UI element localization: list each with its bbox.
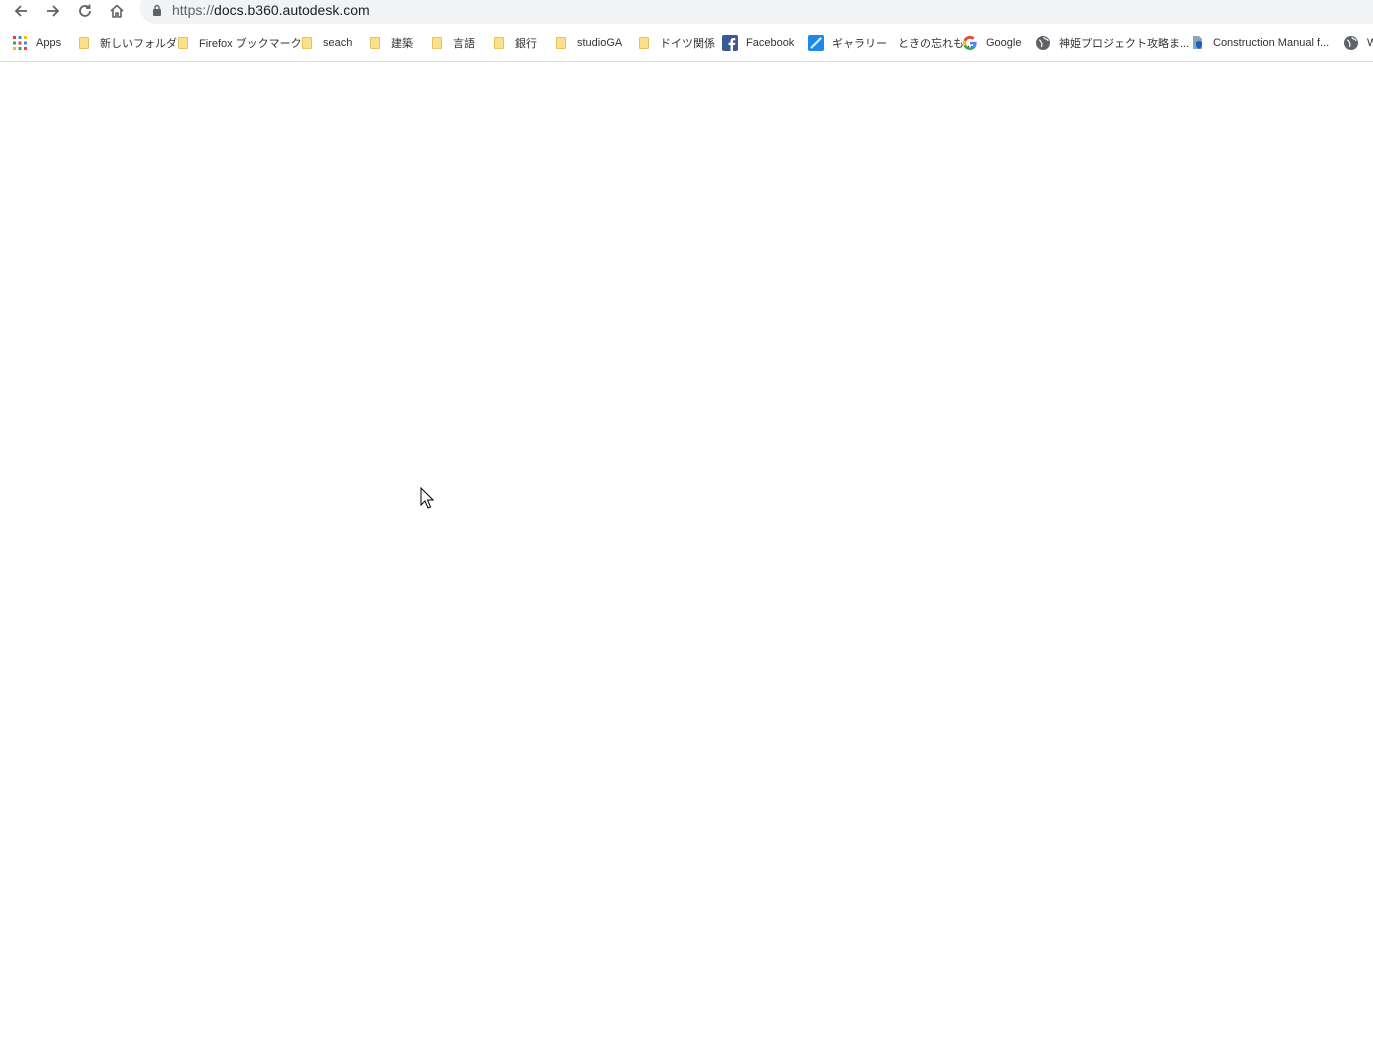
bookmark-label: Firefox ブックマーク [199, 38, 302, 50]
bookmark-label: 新しいフォルダ [100, 38, 177, 50]
bookmark-label: Google [986, 37, 1022, 49]
url-host: docs.b360.autodesk.com [214, 2, 370, 18]
bookmark-folder-germany[interactable]: ドイツ関係 [636, 33, 715, 53]
arrow-left-icon [14, 5, 27, 17]
bookmark-label: ドイツ関係 [660, 38, 715, 50]
bookmark-label: 言語 [453, 38, 475, 50]
apps-grid-icon [12, 35, 28, 51]
gallery-icon [808, 35, 824, 51]
bookmark-label: ギャラリー ときの忘れも... [832, 38, 974, 50]
folder-icon [299, 35, 315, 51]
bookmark-label: seach [323, 37, 353, 49]
bookmark-shinki-project[interactable]: 神姫プロジェクト攻略ま... [1035, 33, 1189, 53]
bookmark-label: W [1367, 37, 1373, 49]
back-button[interactable] [8, 0, 34, 22]
bookmark-label: 神姫プロジェクト攻略ま... [1059, 38, 1190, 50]
bookmark-label: 建築 [391, 38, 413, 50]
folder-icon [429, 35, 445, 51]
page-content [0, 62, 1373, 1064]
bookmark-folder-language[interactable]: 言語 [429, 33, 475, 53]
bookmark-folder-new[interactable]: 新しいフォルダ [76, 33, 177, 53]
facebook-icon [722, 35, 738, 51]
folder-icon [175, 35, 191, 51]
bookmark-label: Construction Manual f... [1213, 37, 1330, 49]
bookmark-facebook[interactable]: Facebook [722, 33, 794, 53]
globe-icon [1035, 35, 1051, 51]
browser-toolbar: https://docs.b360.autodesk.com [0, 0, 1373, 24]
google-icon [962, 35, 978, 51]
bookmark-label: 銀行 [515, 38, 537, 50]
globe-icon [1343, 35, 1359, 51]
forward-button[interactable] [40, 0, 66, 22]
bookmark-label: Facebook [746, 37, 795, 49]
lock-icon [153, 4, 161, 16]
bookmark-folder-firefox[interactable]: Firefox ブックマーク [175, 33, 302, 53]
bookmark-w[interactable]: W [1343, 33, 1373, 53]
folder-icon [367, 35, 383, 51]
folder-icon [636, 35, 652, 51]
folder-icon [491, 35, 507, 51]
arrow-right-icon [47, 5, 60, 17]
bookmark-label: Apps [36, 37, 62, 49]
url-text[interactable]: https://docs.b360.autodesk.com [172, 2, 370, 18]
bookmark-folder-bank[interactable]: 銀行 [491, 33, 537, 53]
folder-icon [76, 35, 92, 51]
bookmark-folder-studioga[interactable]: studioGA [553, 33, 622, 53]
folder-icon [553, 35, 569, 51]
reload-button[interactable] [72, 0, 98, 22]
bookmark-label: studioGA [577, 37, 623, 49]
bookmark-apps[interactable]: Apps [12, 33, 61, 53]
bookmark-google[interactable]: Google [962, 33, 1021, 53]
document-shield-icon [1189, 35, 1205, 51]
home-button[interactable] [104, 0, 130, 22]
home-icon [110, 4, 124, 18]
bookmark-folder-architecture[interactable]: 建築 [367, 33, 413, 53]
reload-icon [79, 4, 91, 17]
url-scheme: https:// [172, 2, 215, 18]
bookmark-construction-manual[interactable]: Construction Manual f... [1189, 33, 1329, 53]
bookmark-folder-seach[interactable]: seach [299, 33, 352, 53]
mouse-cursor-icon [420, 487, 434, 509]
bookmarks-bar: Apps 新しいフォルダ Firefox ブックマーク seach 建築 言語 … [0, 30, 1373, 56]
bookmark-gallery[interactable]: ギャラリー ときの忘れも... [808, 33, 973, 53]
